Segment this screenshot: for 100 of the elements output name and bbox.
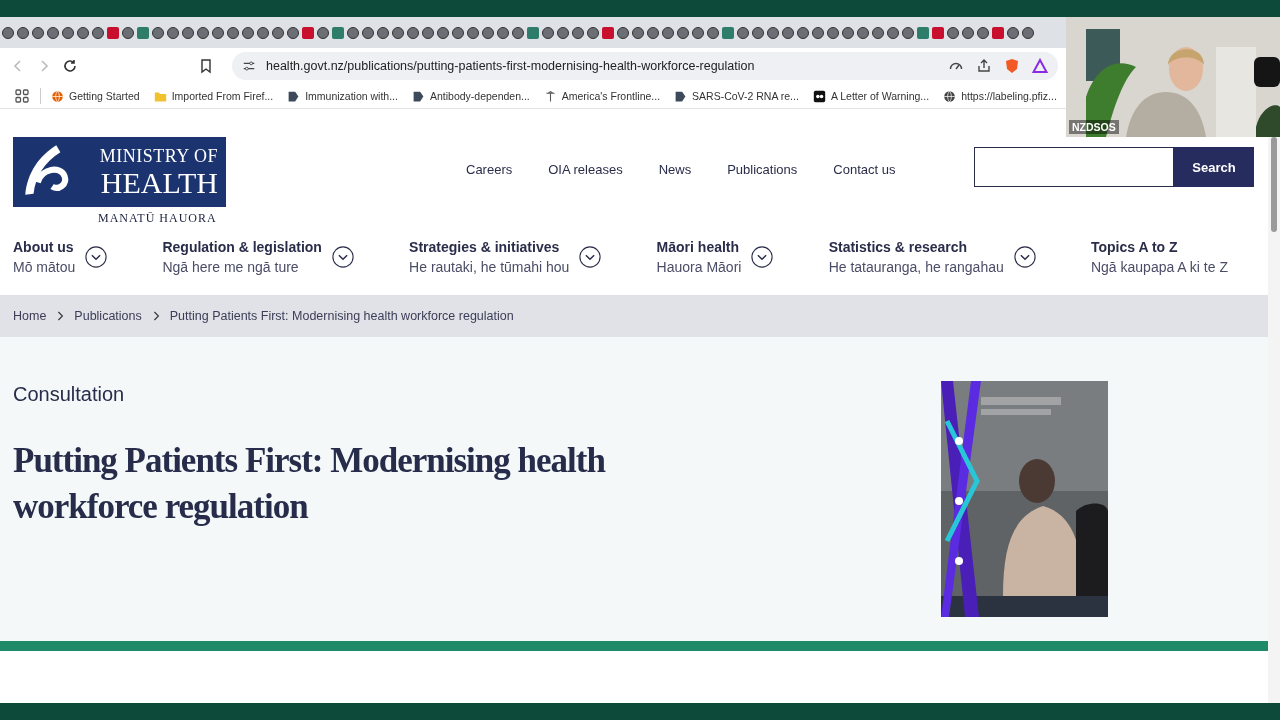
tab-icon[interactable]: [737, 26, 749, 39]
tab-icon[interactable]: [17, 26, 29, 39]
bookmark-item[interactable]: Imported From Firef...: [153, 89, 274, 103]
tab-icon[interactable]: [917, 26, 929, 39]
tab-icon[interactable]: [347, 26, 359, 39]
triangle-icon[interactable]: [1032, 58, 1048, 74]
scrollbar[interactable]: [1268, 137, 1280, 703]
tab-icon[interactable]: [902, 26, 914, 39]
tab-icon[interactable]: [272, 26, 284, 39]
tab-icon[interactable]: [947, 26, 959, 39]
tab-icon[interactable]: [1022, 26, 1034, 39]
bookmark-item[interactable]: Immunization with...: [287, 89, 398, 103]
ministry-logo[interactable]: MINISTRY OF HEALTH: [13, 137, 226, 207]
tab-icon[interactable]: [692, 26, 704, 39]
bookmark-item[interactable]: SARS-CoV-2 RNA re...: [674, 89, 799, 103]
bookmark-icon[interactable]: [198, 58, 214, 74]
tab-icon[interactable]: [887, 26, 899, 39]
nav-link[interactable]: News: [658, 162, 692, 177]
tab-icon[interactable]: [587, 26, 599, 39]
tab-icon[interactable]: [557, 26, 569, 39]
bookmark-item[interactable]: A Letter of Warning...: [812, 89, 930, 103]
tab-icon[interactable]: [227, 26, 239, 39]
bookmark-item[interactable]: Getting Started: [51, 89, 140, 103]
tab-icon[interactable]: [362, 26, 374, 39]
shield-icon[interactable]: [1004, 58, 1020, 74]
tab-icon[interactable]: [527, 26, 539, 39]
tab-icon[interactable]: [662, 26, 674, 39]
tab-icon[interactable]: [962, 26, 974, 39]
breadcrumb-link[interactable]: Publications: [74, 309, 142, 323]
tab-icon[interactable]: [152, 26, 164, 39]
bookmark-item[interactable]: Antibody-dependen...: [411, 89, 530, 103]
tab-icon[interactable]: [407, 26, 419, 39]
tab-icon[interactable]: [752, 26, 764, 39]
menu-link[interactable]: Statistics & research: [828, 239, 1004, 255]
tab-icon[interactable]: [422, 26, 434, 39]
search-button[interactable]: Search: [1174, 147, 1254, 187]
tab-icon[interactable]: [167, 26, 179, 39]
tab-icon[interactable]: [632, 26, 644, 39]
tab-icon[interactable]: [617, 26, 629, 39]
tab-icon[interactable]: [467, 26, 479, 39]
tab-icon[interactable]: [572, 26, 584, 39]
tab-icon[interactable]: [2, 26, 14, 39]
tab-icon[interactable]: [107, 26, 119, 39]
tab-icon[interactable]: [872, 26, 884, 39]
tab-icon[interactable]: [767, 26, 779, 39]
tab-icon[interactable]: [317, 26, 329, 39]
tab-icon[interactable]: [512, 26, 524, 39]
tab-icon[interactable]: [182, 26, 194, 39]
breadcrumb-link[interactable]: Home: [13, 309, 47, 323]
nav-link[interactable]: Publications: [727, 162, 798, 177]
tab-icon[interactable]: [32, 26, 44, 39]
tab-icon[interactable]: [977, 26, 989, 39]
tab-icon[interactable]: [62, 26, 74, 39]
tab-icon[interactable]: [842, 26, 854, 39]
tab-icon[interactable]: [602, 26, 614, 39]
tab-icon[interactable]: [242, 26, 254, 39]
tab-icon[interactable]: [257, 26, 269, 39]
nav-link[interactable]: Contact us: [833, 162, 896, 177]
menu-link[interactable]: Māori health: [656, 239, 742, 255]
tab-icon[interactable]: [377, 26, 389, 39]
apps-icon[interactable]: [14, 88, 30, 104]
tab-icon[interactable]: [137, 26, 149, 39]
menu-link[interactable]: Regulation & legislation: [162, 239, 322, 255]
expand-icon[interactable]: [751, 246, 774, 268]
expand-icon[interactable]: [1013, 246, 1036, 268]
tab-icon[interactable]: [212, 26, 224, 39]
tab-icon[interactable]: [542, 26, 554, 39]
tab-icon[interactable]: [437, 26, 449, 39]
tab-icon[interactable]: [122, 26, 134, 39]
tab-icon[interactable]: [647, 26, 659, 39]
tab-icon[interactable]: [302, 26, 314, 39]
expand-icon[interactable]: [85, 246, 108, 268]
bookmark-item[interactable]: America's Frontline...: [543, 89, 661, 103]
nav-link[interactable]: OIA releases: [548, 162, 623, 177]
expand-icon[interactable]: [579, 246, 602, 268]
tab-icon[interactable]: [722, 26, 734, 39]
tab-icon[interactable]: [827, 26, 839, 39]
tab-icon[interactable]: [197, 26, 209, 39]
nav-link[interactable]: Careers: [466, 162, 513, 177]
tab-icon[interactable]: [77, 26, 89, 39]
address-bar[interactable]: health.govt.nz/publications/putting-patients-first-modernising-health-workforce-regulation: [232, 52, 1058, 80]
tab-icon[interactable]: [332, 26, 344, 39]
site-settings-icon[interactable]: [242, 59, 256, 73]
reload-icon[interactable]: [62, 58, 78, 74]
menu-link[interactable]: About us: [13, 239, 76, 255]
menu-link[interactable]: Strategies & initiatives: [409, 239, 570, 255]
tab-icon[interactable]: [482, 26, 494, 39]
share-icon[interactable]: [976, 58, 992, 74]
tab-icon[interactable]: [812, 26, 824, 39]
tab-icon[interactable]: [47, 26, 59, 39]
tab-icon[interactable]: [287, 26, 299, 39]
tab-icon[interactable]: [932, 26, 944, 39]
expand-icon[interactable]: [331, 246, 354, 268]
tab-icon[interactable]: [677, 26, 689, 39]
tab-icon[interactable]: [707, 26, 719, 39]
tab-icon[interactable]: [992, 26, 1004, 39]
bookmark-item[interactable]: https://labeling.pfiz...: [943, 89, 1057, 103]
tab-icon[interactable]: [392, 26, 404, 39]
tab-icon[interactable]: [797, 26, 809, 39]
search-field[interactable]: [974, 147, 1174, 187]
